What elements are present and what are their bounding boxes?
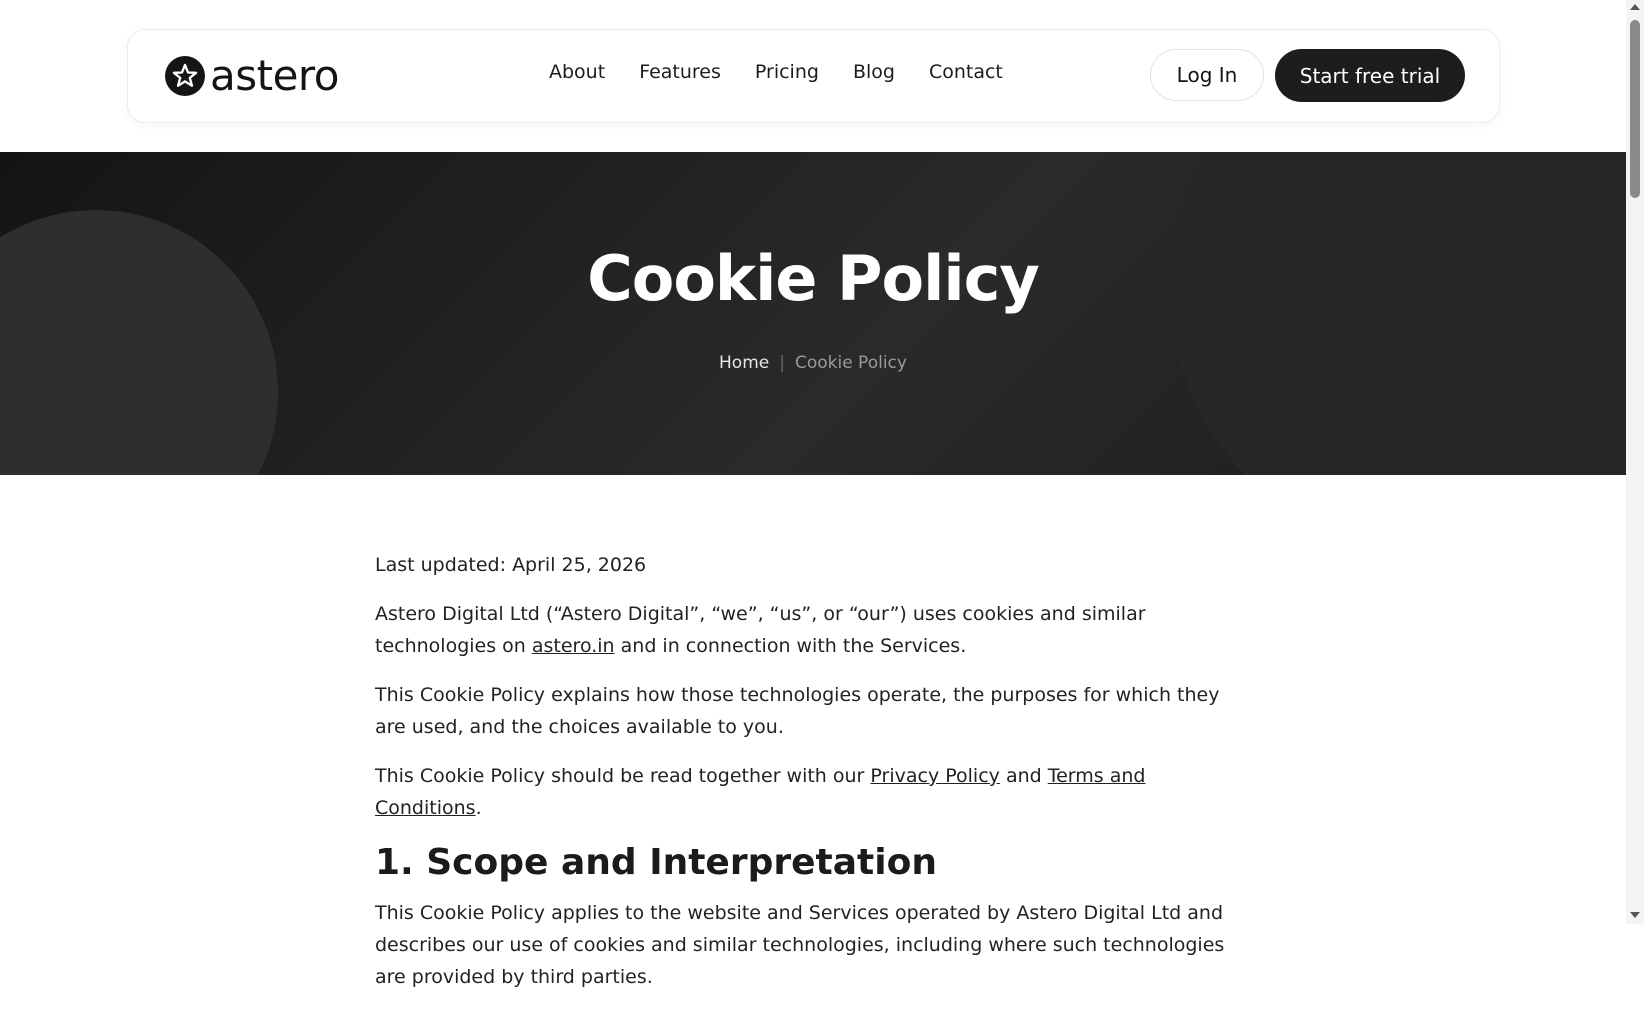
policy-content: Last updated: April 25, 2026 Astero Digi… bbox=[375, 549, 1255, 1010]
intro-text-end: and in connection with the Services. bbox=[614, 635, 967, 657]
section-heading-scope: 1. Scope and Interpretation bbox=[375, 842, 937, 883]
last-updated: Last updated: April 25, 2026 bbox=[375, 554, 647, 576]
hero-banner: Cookie Policy Home | Cookie Policy bbox=[0, 152, 1626, 475]
related-text-end: . bbox=[475, 797, 482, 819]
breadcrumb-home[interactable]: Home bbox=[719, 353, 769, 373]
start-trial-button[interactable]: Start free trial bbox=[1275, 49, 1465, 102]
scrollbar[interactable] bbox=[1626, 0, 1644, 924]
scrollbar-thumb[interactable] bbox=[1630, 20, 1640, 198]
explanation-paragraph: This Cookie Policy explains how those te… bbox=[375, 684, 1220, 738]
nav-blog[interactable]: Blog bbox=[853, 60, 895, 84]
breadcrumb-current: Cookie Policy bbox=[794, 353, 907, 373]
logo[interactable]: astero bbox=[165, 51, 339, 100]
scope-paragraph: This Cookie Policy applies to the websit… bbox=[375, 902, 1225, 988]
related-text: This Cookie Policy should be read togeth… bbox=[375, 765, 871, 787]
nav-contact[interactable]: Contact bbox=[929, 60, 1003, 84]
login-button[interactable]: Log In bbox=[1150, 49, 1264, 101]
intro-paragraph: Astero Digital Ltd (“Astero Digital”, “w… bbox=[375, 598, 1255, 662]
nav-about[interactable]: About bbox=[549, 60, 605, 84]
logo-text: astero bbox=[210, 51, 339, 100]
page-title: Cookie Policy bbox=[587, 242, 1040, 315]
privacy-policy-link[interactable]: Privacy Policy bbox=[870, 765, 999, 787]
main-nav: About Features Pricing Blog Contact bbox=[549, 60, 1003, 84]
nav-features[interactable]: Features bbox=[639, 60, 721, 84]
astero-link[interactable]: astero.in bbox=[532, 635, 615, 657]
nav-pricing[interactable]: Pricing bbox=[755, 60, 819, 84]
star-icon bbox=[165, 56, 205, 96]
header-bar: astero About Features Pricing Blog Conta… bbox=[0, 0, 1626, 152]
breadcrumb-separator: | bbox=[779, 353, 785, 373]
related-policies-paragraph: This Cookie Policy should be read togeth… bbox=[375, 760, 1255, 824]
navbar: astero About Features Pricing Blog Conta… bbox=[127, 29, 1500, 123]
scroll-up-arrow-icon[interactable] bbox=[1630, 4, 1640, 10]
scroll-down-arrow-icon[interactable] bbox=[1630, 912, 1640, 918]
related-text-and: and bbox=[999, 765, 1048, 787]
breadcrumb: Home | Cookie Policy bbox=[0, 353, 1626, 373]
